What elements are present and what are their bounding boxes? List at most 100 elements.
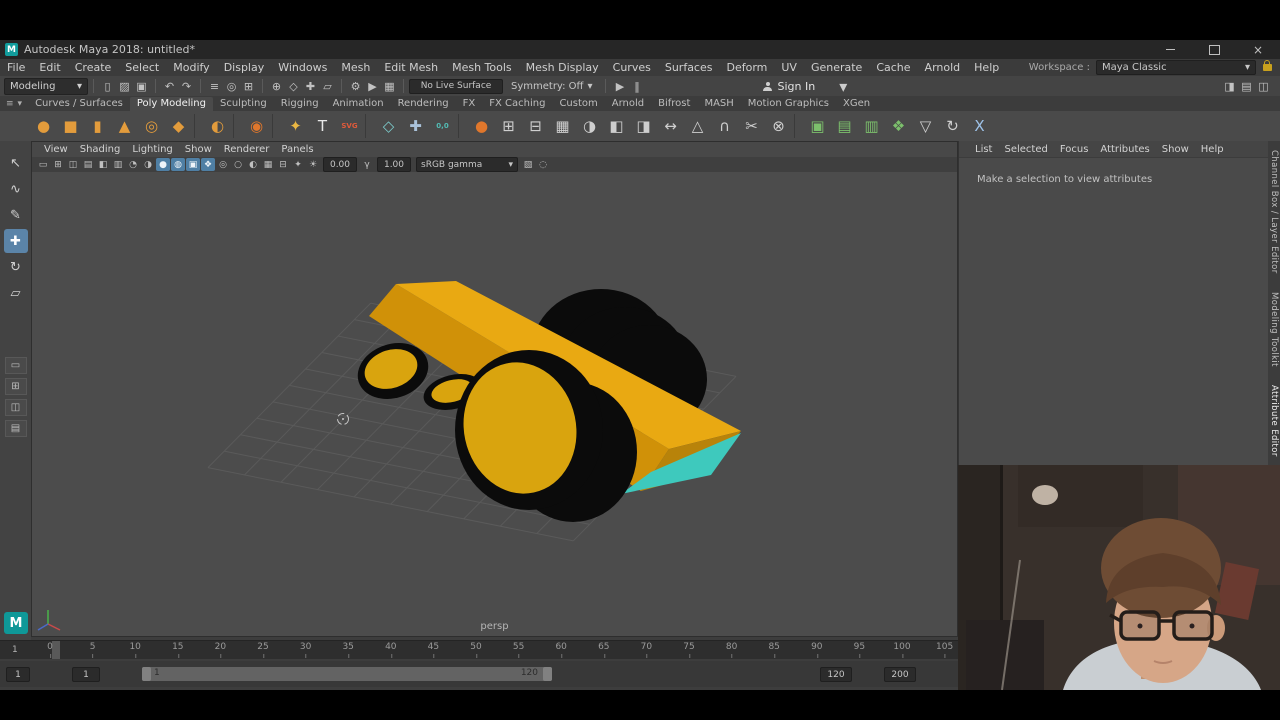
lasso-tool-icon[interactable]: ∿ xyxy=(4,177,28,201)
attribute-menu-list[interactable]: List xyxy=(969,142,998,157)
menu-create[interactable]: Create xyxy=(68,59,119,76)
side-tab-channel-box-layer-editor[interactable]: Channel Box / Layer Editor xyxy=(1269,150,1279,274)
move-tool-icon[interactable]: ✚ xyxy=(4,229,28,253)
safe-title-icon[interactable]: ◑ xyxy=(141,158,155,171)
type-tool-icon[interactable]: T xyxy=(310,113,335,139)
play-forward-icon[interactable]: ▶ xyxy=(611,77,628,95)
textured-mode-icon[interactable]: ▣ xyxy=(186,158,200,171)
poly-torus-icon[interactable]: ◎ xyxy=(139,113,164,139)
new-scene-icon[interactable]: ▯ xyxy=(99,77,116,95)
shelf-tab-fx[interactable]: FX xyxy=(456,97,483,111)
frame-tick-10[interactable]: 10 xyxy=(129,642,140,652)
frame-tick-105[interactable]: 105 xyxy=(936,642,953,652)
ipr-render-icon[interactable]: ▦ xyxy=(381,77,398,95)
snap-to-point-icon[interactable]: ✚ xyxy=(302,77,319,95)
poly-pyramid-icon[interactable]: ◆ xyxy=(166,113,191,139)
target-weld-icon[interactable]: ⊗ xyxy=(766,113,791,139)
menu-generate[interactable]: Generate xyxy=(804,59,869,76)
viewport-menu-renderer[interactable]: Renderer xyxy=(218,142,276,157)
gate-mask-icon[interactable]: ◧ xyxy=(96,158,110,171)
frame-tick-70[interactable]: 70 xyxy=(641,642,652,652)
menu-edit-mesh[interactable]: Edit Mesh xyxy=(377,59,445,76)
playback-end-field[interactable]: 200 xyxy=(884,667,916,682)
snap-to-grid-icon[interactable]: ⊕ xyxy=(268,77,285,95)
side-tab-modeling-toolkit[interactable]: Modeling Toolkit xyxy=(1269,292,1279,367)
frame-tick-40[interactable]: 40 xyxy=(385,642,396,652)
frame-tick-15[interactable]: 15 xyxy=(172,642,183,652)
menu-set-dropdown[interactable]: Modeling ▾ xyxy=(4,78,88,95)
menu-mesh-tools[interactable]: Mesh Tools xyxy=(445,59,519,76)
poly-disc-icon[interactable]: ◐ xyxy=(205,113,230,139)
menu-surfaces[interactable]: Surfaces xyxy=(658,59,720,76)
smooth-shade-mode-icon[interactable]: ◍ xyxy=(171,158,185,171)
construction-history-icon[interactable]: ⚙ xyxy=(347,77,364,95)
grid-display-icon[interactable]: ⊞ xyxy=(51,158,65,171)
select-tool-icon[interactable]: ↖ xyxy=(4,151,28,175)
frame-tick-60[interactable]: 60 xyxy=(555,642,566,652)
frame-tick-95[interactable]: 95 xyxy=(854,642,865,652)
menu-edit[interactable]: Edit xyxy=(32,59,67,76)
lighting-toggle-icon[interactable]: ✦ xyxy=(291,158,305,171)
multi-cut-icon[interactable]: ✂ xyxy=(739,113,764,139)
frame-tick-45[interactable]: 45 xyxy=(428,642,439,652)
ambient-occlusion-icon[interactable]: ○ xyxy=(231,158,245,171)
frame-tick-5[interactable]: 5 xyxy=(90,642,96,652)
shelf-tab-xgen[interactable]: XGen xyxy=(836,97,877,111)
attribute-menu-attributes[interactable]: Attributes xyxy=(1094,142,1155,157)
exposure-field[interactable]: 0.00 xyxy=(323,157,357,172)
attribute-menu-focus[interactable]: Focus xyxy=(1054,142,1095,157)
viewport-canvas[interactable]: persp xyxy=(32,172,957,636)
shelf-tab-rendering[interactable]: Rendering xyxy=(391,97,456,111)
reduce-icon[interactable]: ▽ xyxy=(913,113,938,139)
attribute-menu-selected[interactable]: Selected xyxy=(998,142,1053,157)
menu-display[interactable]: Display xyxy=(217,59,272,76)
sculpt-mesh-icon[interactable]: ❖ xyxy=(886,113,911,139)
range-start-handle[interactable] xyxy=(142,667,151,681)
live-surface-field[interactable]: No Live Surface xyxy=(409,79,503,94)
view-cube-icon[interactable]: ▭ xyxy=(36,158,50,171)
lock-icon[interactable] xyxy=(1263,64,1272,71)
frame-tick-20[interactable]: 20 xyxy=(215,642,226,652)
minimize-button[interactable] xyxy=(1148,40,1192,59)
poly-cylinder-icon[interactable]: ▮ xyxy=(85,113,110,139)
viewport-menu-lighting[interactable]: Lighting xyxy=(126,142,178,157)
redo-icon[interactable]: ↷ xyxy=(178,77,195,95)
quad-draw-icon[interactable]: ▣ xyxy=(805,113,830,139)
layout-single-pane-icon[interactable]: ▭ xyxy=(5,357,27,374)
move-to-origin-icon[interactable]: 0,0 xyxy=(430,113,455,139)
snap-to-curve-icon[interactable]: ◇ xyxy=(285,77,302,95)
save-scene-icon[interactable]: ▣ xyxy=(133,77,150,95)
menu-select[interactable]: Select xyxy=(118,59,166,76)
shelf-tab-poly-modeling[interactable]: Poly Modeling xyxy=(130,97,213,111)
layout-persp-outliner-icon[interactable]: ▤ xyxy=(5,420,27,437)
animation-start-field[interactable]: 1 xyxy=(72,667,100,682)
frame-tick-30[interactable]: 30 xyxy=(300,642,311,652)
interactive-sphere-icon[interactable]: ◉ xyxy=(244,113,269,139)
use-all-lights-icon[interactable]: ❖ xyxy=(201,158,215,171)
frame-tick-75[interactable]: 75 xyxy=(683,642,694,652)
shelf-menu[interactable]: ≡ ▾ xyxy=(6,99,22,109)
menu-modify[interactable]: Modify xyxy=(166,59,216,76)
frame-tick-0[interactable]: 0 xyxy=(47,642,53,652)
workspace-dropdown[interactable]: Maya Classic ▾ xyxy=(1096,60,1256,75)
gamma-icon[interactable]: γ xyxy=(360,158,374,171)
menu-help[interactable]: Help xyxy=(967,59,1006,76)
menu-curves[interactable]: Curves xyxy=(606,59,658,76)
cut-tool-icon[interactable]: X xyxy=(967,113,992,139)
poly-cube-icon[interactable]: ■ xyxy=(58,113,83,139)
shelf-tab-bifrost[interactable]: Bifrost xyxy=(651,97,697,111)
field-chart-icon[interactable]: ▥ xyxy=(111,158,125,171)
shelf-tab-rigging[interactable]: Rigging xyxy=(274,97,326,111)
bridge-icon[interactable]: ∩ xyxy=(712,113,737,139)
shelf-tab-curves-surfaces[interactable]: Curves / Surfaces xyxy=(28,97,130,111)
select-object-icon[interactable]: ◎ xyxy=(223,77,240,95)
shelf-tab-motion-graphics[interactable]: Motion Graphics xyxy=(741,97,836,111)
shelf-tab-custom[interactable]: Custom xyxy=(552,97,604,111)
frame-tick-90[interactable]: 90 xyxy=(811,642,822,652)
select-component-icon[interactable]: ⊞ xyxy=(240,77,257,95)
playback-start-field[interactable]: 1 xyxy=(6,667,30,682)
shelf-tab-sculpting[interactable]: Sculpting xyxy=(213,97,274,111)
snap-align-icon[interactable]: ✚ xyxy=(403,113,428,139)
render-frame-icon[interactable]: ▶ xyxy=(364,77,381,95)
isolate-select-icon[interactable]: ▧ xyxy=(521,158,535,171)
